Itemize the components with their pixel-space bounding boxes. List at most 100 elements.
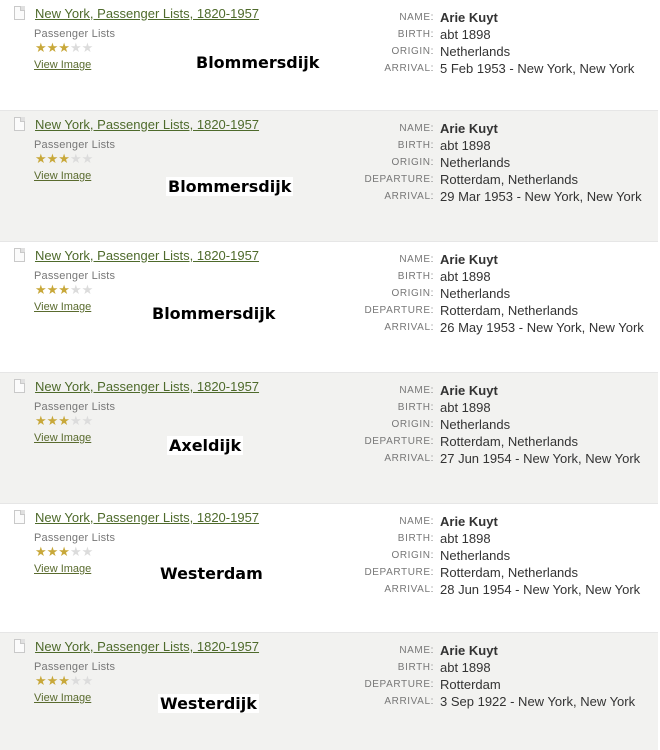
- star-filled-icon: ★★★: [35, 40, 70, 55]
- record-title-link[interactable]: New York, Passenger Lists, 1820-1957: [35, 248, 259, 263]
- ship-name-annotation: Blommersdijk: [166, 177, 294, 196]
- field-label: NAME:: [399, 645, 434, 656]
- field-value: Rotterdam, Netherlands: [440, 565, 579, 580]
- view-image-link[interactable]: View Image: [34, 170, 91, 182]
- field-label: BIRTH:: [397, 29, 434, 40]
- field-value: 5 Feb 1953 - New York, New York: [440, 61, 635, 76]
- record-fields: NAME: Arie Kuyt BIRTH: abt 1898 ORIGIN: Net…: [345, 513, 645, 598]
- field-label: DEPARTURE:: [364, 305, 434, 316]
- field-row: ARRIVAL: 28 Jun 1954 - New York, New York: [345, 581, 645, 598]
- view-image-link[interactable]: View Image: [34, 692, 91, 704]
- field-value: Rotterdam, Netherlands: [440, 303, 579, 318]
- rating-stars: ★★★★★: [35, 674, 93, 688]
- rating-stars: ★★★★★: [35, 41, 93, 55]
- rating-stars: ★★★★★: [35, 545, 93, 559]
- field-value: 3 Sep 1922 - New York, New York: [440, 694, 636, 709]
- view-image-link[interactable]: View Image: [34, 563, 91, 575]
- view-image-link[interactable]: View Image: [34, 301, 91, 313]
- document-icon: [14, 248, 25, 262]
- field-label: NAME:: [399, 385, 434, 396]
- field-row: ARRIVAL: 3 Sep 1922 - New York, New York: [345, 693, 645, 710]
- field-row: BIRTH: abt 1898: [345, 268, 645, 285]
- field-value: Netherlands: [440, 44, 511, 59]
- field-row: NAME: Arie Kuyt: [345, 120, 645, 137]
- field-row: ORIGIN: Netherlands: [345, 416, 645, 433]
- field-row: ARRIVAL: 27 Jun 1954 - New York, New York: [345, 450, 645, 467]
- field-row: NAME: Arie Kuyt: [345, 251, 645, 268]
- star-filled-icon: ★★★: [35, 673, 70, 688]
- record-fields: NAME: Arie Kuyt BIRTH: abt 1898 ORIGIN: Net…: [345, 9, 645, 77]
- field-row: ORIGIN: Netherlands: [345, 154, 645, 171]
- field-value: abt 1898: [440, 400, 491, 415]
- field-label: DEPARTURE:: [364, 679, 434, 690]
- field-value: Netherlands: [440, 548, 511, 563]
- record-fields: NAME: Arie Kuyt BIRTH: abt 1898 ORIGIN: Net…: [345, 120, 645, 205]
- view-image-link[interactable]: View Image: [34, 432, 91, 444]
- field-label: NAME:: [399, 254, 434, 265]
- field-label: DEPARTURE:: [364, 567, 434, 578]
- document-icon: [14, 117, 25, 131]
- ship-name-annotation: Axeldijk: [167, 436, 244, 455]
- field-label: ORIGIN:: [391, 550, 434, 561]
- record-title-link[interactable]: New York, Passenger Lists, 1820-1957: [35, 117, 259, 132]
- field-value: Netherlands: [440, 286, 511, 301]
- field-value: 27 Jun 1954 - New York, New York: [440, 451, 641, 466]
- record-fields: NAME: Arie Kuyt BIRTH: abt 1898 DEPARTURE:…: [345, 642, 645, 710]
- record-fields: NAME: Arie Kuyt BIRTH: abt 1898 ORIGIN: Net…: [345, 251, 645, 336]
- field-label: BIRTH:: [397, 533, 434, 544]
- star-filled-icon: ★★★: [35, 151, 70, 166]
- collection-label: Passenger Lists: [34, 401, 116, 413]
- field-label: ORIGIN:: [391, 46, 434, 57]
- result-record: New York, Passenger Lists, 1820-1957 Pas…: [0, 0, 658, 111]
- field-label: BIRTH:: [397, 662, 434, 673]
- result-record: New York, Passenger Lists, 1820-1957 Pas…: [0, 373, 658, 504]
- field-value: abt 1898: [440, 269, 491, 284]
- field-row: BIRTH: abt 1898: [345, 26, 645, 43]
- field-value: Netherlands: [440, 417, 511, 432]
- document-icon: [14, 639, 25, 653]
- result-record: New York, Passenger Lists, 1820-1957 Pas…: [0, 111, 658, 242]
- field-value: Netherlands: [440, 155, 511, 170]
- record-fields: NAME: Arie Kuyt BIRTH: abt 1898 ORIGIN: Net…: [345, 382, 645, 467]
- field-row: NAME: Arie Kuyt: [345, 513, 645, 530]
- star-empty-icon: ★★: [69, 544, 94, 559]
- star-empty-icon: ★★: [69, 40, 94, 55]
- field-label: ARRIVAL:: [384, 453, 434, 464]
- field-row: BIRTH: abt 1898: [345, 399, 645, 416]
- record-title-link[interactable]: New York, Passenger Lists, 1820-1957: [35, 379, 259, 394]
- field-row: NAME: Arie Kuyt: [345, 382, 645, 399]
- field-value: abt 1898: [440, 27, 491, 42]
- star-empty-icon: ★★: [69, 151, 94, 166]
- field-row: DEPARTURE: Rotterdam, Netherlands: [345, 171, 645, 188]
- record-title-link[interactable]: New York, Passenger Lists, 1820-1957: [35, 639, 259, 654]
- record-title-link[interactable]: New York, Passenger Lists, 1820-1957: [35, 6, 259, 21]
- view-image-link[interactable]: View Image: [34, 59, 91, 71]
- ship-name-annotation: Westerdam: [158, 564, 265, 583]
- field-label: DEPARTURE:: [364, 436, 434, 447]
- field-label: NAME:: [399, 516, 434, 527]
- field-label: ORIGIN:: [391, 288, 434, 299]
- field-row: ARRIVAL: 29 Mar 1953 - New York, New York: [345, 188, 645, 205]
- document-icon: [14, 510, 25, 524]
- field-value: abt 1898: [440, 660, 491, 675]
- star-filled-icon: ★★★: [35, 544, 70, 559]
- document-icon: [14, 6, 25, 20]
- document-icon: [14, 379, 25, 393]
- field-value: abt 1898: [440, 138, 491, 153]
- field-value-name: Arie Kuyt: [440, 10, 498, 25]
- field-value-name: Arie Kuyt: [440, 121, 498, 136]
- ship-name-annotation: Westerdijk: [158, 694, 259, 713]
- field-value-name: Arie Kuyt: [440, 383, 498, 398]
- record-title-link[interactable]: New York, Passenger Lists, 1820-1957: [35, 510, 259, 525]
- field-label: BIRTH:: [397, 402, 434, 413]
- field-row: ORIGIN: Netherlands: [345, 547, 645, 564]
- field-label: ARRIVAL:: [384, 191, 434, 202]
- field-row: ORIGIN: Netherlands: [345, 285, 645, 302]
- field-value: Rotterdam, Netherlands: [440, 434, 579, 449]
- field-value-name: Arie Kuyt: [440, 252, 498, 267]
- field-label: BIRTH:: [397, 140, 434, 151]
- field-value: abt 1898: [440, 531, 491, 546]
- field-label: DEPARTURE:: [364, 174, 434, 185]
- field-row: DEPARTURE: Rotterdam, Netherlands: [345, 564, 645, 581]
- field-value-name: Arie Kuyt: [440, 643, 498, 658]
